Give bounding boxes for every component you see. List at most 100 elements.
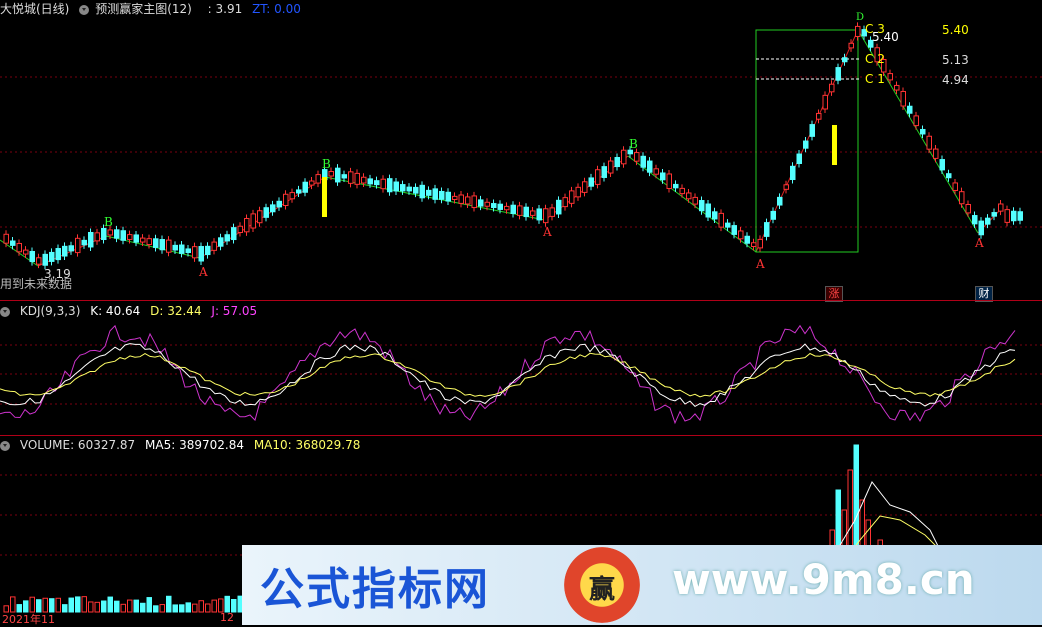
candle-body: [426, 189, 432, 196]
candle-body: [393, 181, 399, 192]
candle-body: [107, 229, 113, 236]
volume-bar: [10, 596, 16, 613]
wave-label-d: D: [856, 12, 865, 23]
kdj-d: D: 32.44: [150, 304, 202, 318]
candle-body: [835, 67, 841, 81]
volume-bar: [55, 597, 61, 613]
candle-body: [465, 196, 471, 205]
level-c1-price: 4.94: [942, 73, 969, 87]
candle-body: [29, 250, 35, 263]
candle-body: [1011, 210, 1017, 222]
volume-bar: [166, 595, 172, 613]
volume-header: VOLUME: 60327.87 MA5: 389702.84 MA10: 36…: [0, 437, 366, 453]
candle-body: [302, 181, 308, 193]
candle-body: [62, 245, 68, 257]
kdj-d-line: [0, 352, 1016, 398]
candle-body: [777, 196, 783, 206]
candle-body: [523, 206, 529, 218]
candle-body: [354, 172, 360, 185]
signal-candle: [832, 125, 837, 165]
kdj-dropdown-icon[interactable]: [0, 306, 10, 317]
candle-body: [757, 238, 763, 249]
candle-body: [328, 171, 334, 177]
volume-ma5: MA5: 389702.84: [145, 438, 244, 452]
wave-label-b1: B: [104, 215, 113, 229]
candle-body: [907, 105, 913, 114]
candle-body: [374, 180, 380, 186]
candle-body: [296, 189, 302, 194]
candle-body: [608, 160, 614, 174]
watermark-banner: 公式指标网 赢 www.9m8.cn: [242, 545, 1042, 625]
volume-dropdown-icon[interactable]: [0, 440, 10, 451]
candle-body: [913, 115, 919, 127]
volume-bar: [153, 605, 159, 613]
candle-body: [705, 203, 711, 218]
candle-body: [478, 199, 484, 207]
candle-body: [133, 234, 139, 243]
candle-body: [270, 204, 276, 213]
candle-body: [484, 201, 490, 207]
candle-body: [738, 230, 744, 240]
panel-divider-1: [0, 300, 1042, 301]
volume-bar: [146, 597, 152, 613]
candle-body: [686, 192, 692, 200]
candle-body: [10, 240, 16, 246]
candle-body: [23, 249, 29, 255]
volume-bar: [49, 598, 55, 613]
candle-body: [315, 174, 321, 184]
price-chart[interactable]: [0, 0, 1042, 300]
level-c2-price: 5.13: [942, 53, 969, 67]
volume-bar: [127, 599, 133, 613]
volume-bar: [179, 604, 185, 613]
candle-body: [335, 167, 341, 183]
candle-body: [829, 83, 835, 93]
volume-title[interactable]: VOLUME: 60327.87: [20, 438, 135, 452]
candle-body: [601, 166, 607, 178]
candle-body: [725, 222, 731, 228]
kdj-title[interactable]: KDJ(9,3,3): [20, 304, 81, 318]
volume-bar: [101, 600, 107, 613]
level-c3-price: 5.40: [942, 23, 969, 37]
candle-body: [68, 245, 74, 252]
candle-body: [146, 238, 152, 246]
candle-body: [588, 177, 594, 187]
signal-candle: [322, 177, 327, 217]
candle-body: [790, 165, 796, 181]
candle-body: [387, 178, 393, 193]
candle-body: [731, 225, 737, 235]
candle-body: [517, 205, 523, 216]
candle-body: [257, 210, 263, 224]
candle-body: [263, 207, 269, 218]
candle-body: [764, 222, 770, 237]
kdj-j-line: [0, 324, 1016, 425]
candle-body: [718, 212, 724, 228]
candle-body: [458, 194, 464, 204]
candle-body: [569, 190, 575, 204]
wave-label-b3: B: [629, 137, 638, 151]
panel-divider-2: [0, 435, 1042, 436]
candle-body: [445, 191, 451, 202]
volume-bar: [224, 595, 230, 613]
candle-body: [276, 200, 282, 208]
candle-body: [900, 90, 906, 107]
candle-body: [432, 188, 438, 200]
candle-body: [231, 227, 237, 241]
candle-body: [816, 112, 822, 120]
candle-body: [692, 196, 698, 205]
volume-bar: [107, 596, 113, 613]
volume-bar: [159, 604, 165, 613]
candle-body: [237, 225, 243, 233]
watermark-logo-text: 赢: [588, 575, 615, 605]
candle-body: [361, 176, 367, 184]
candle-body: [556, 199, 562, 215]
candle-body: [49, 251, 55, 262]
candle-body: [803, 140, 809, 149]
volume-bar: [133, 599, 139, 613]
volume-bar: [42, 597, 48, 613]
kdj-header: KDJ(9,3,3) K: 40.64 D: 32.44 J: 57.05: [0, 303, 263, 319]
candle-body: [939, 159, 945, 171]
candle-body: [536, 208, 542, 221]
wave-label-a2: A: [543, 225, 552, 239]
wave-label-a3: A: [756, 257, 765, 271]
candle-body: [153, 238, 159, 248]
